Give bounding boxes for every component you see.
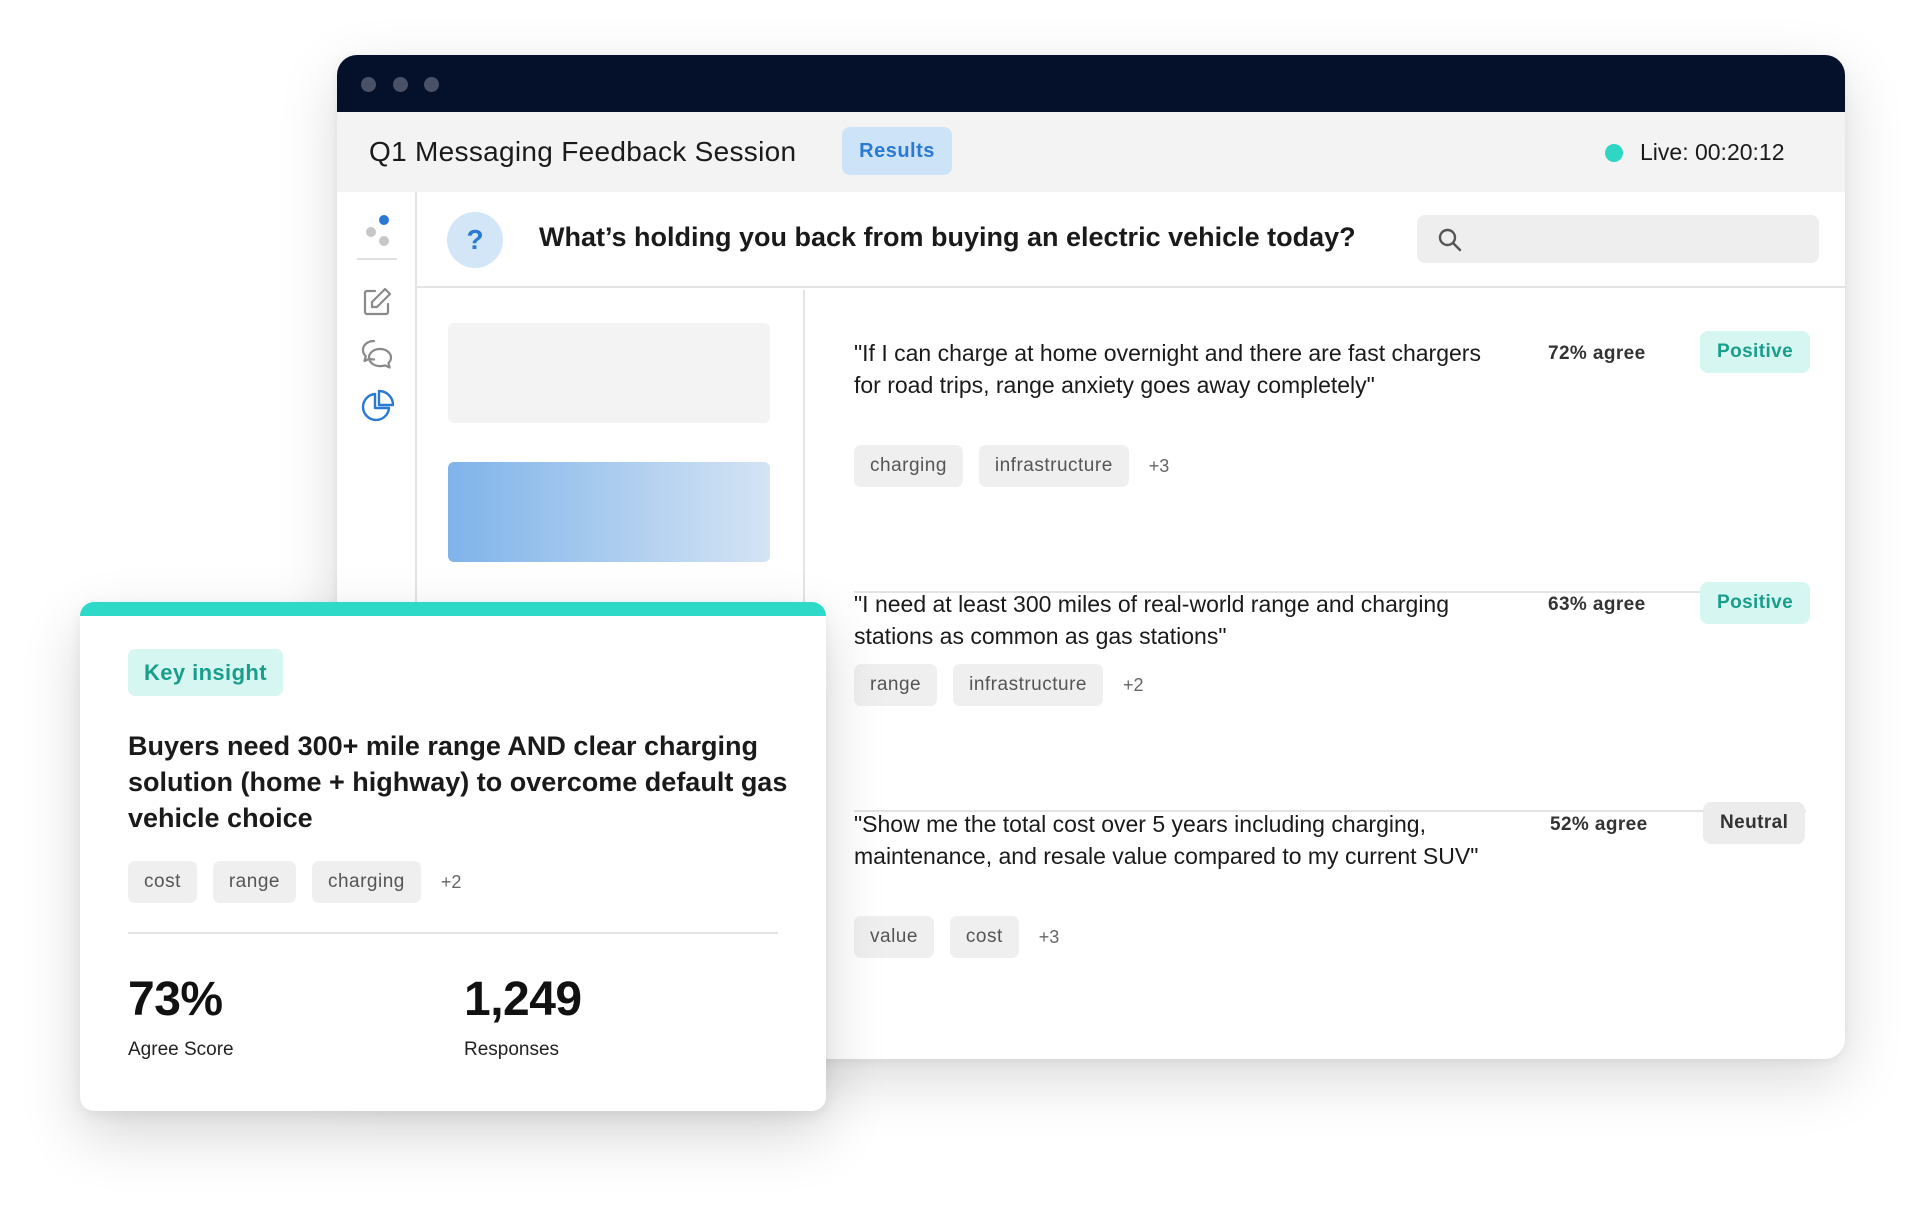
logo-icon[interactable] [363,212,393,248]
agree-score-label: Agree Score [128,1039,234,1060]
sidebar-separator [357,258,397,260]
search-input[interactable] [1473,215,1813,263]
responses-count-value: 1,249 [464,973,582,1026]
placeholder-card[interactable] [448,323,770,423]
response-quote: "Show me the total cost over 5 years inc… [854,811,1479,869]
pie-chart-icon[interactable] [359,388,395,424]
tag[interactable]: range [854,664,938,706]
tag-list: charging infrastructure +3 [854,445,1169,487]
tag-list: range infrastructure +2 [854,664,1144,706]
tag[interactable]: range [212,861,296,903]
results-button[interactable]: Results [842,127,952,175]
window-maximize-dot[interactable] [424,77,439,92]
chat-bubbles-icon[interactable] [359,336,395,372]
live-indicator-dot [1605,144,1623,162]
sentiment-badge: Positive [1700,582,1811,624]
insight-divider [128,932,778,934]
key-insight-card: Key insight Buyers need 300+ mile range … [80,602,826,1111]
live-timer: Live: 00:20:12 [1640,139,1785,165]
tag[interactable]: infrastructure [978,445,1129,487]
agree-percentage: 63% agree [1548,594,1646,615]
window-titlebar [337,55,1845,112]
search-box[interactable] [1417,215,1819,263]
insight-title: Buyers need 300+ mile range AND clear ch… [128,731,788,833]
responses-count-label: Responses [464,1039,560,1060]
more-tags[interactable]: +3 [1039,927,1060,948]
tag[interactable]: cost [128,861,197,903]
tag[interactable]: cost [949,916,1019,958]
session-title: Q1 Messaging Feedback Session [369,136,797,167]
question-bar: ? What’s holding you back from buying an… [417,192,1845,288]
response-quote: "If I can charge at home overnight and t… [854,340,1481,398]
highlighted-card[interactable] [448,462,770,562]
window-minimize-dot[interactable] [393,77,408,92]
insight-tag-list: cost range charging +2 [128,861,461,903]
agree-percentage: 72% agree [1548,343,1646,364]
more-tags[interactable]: +3 [1149,456,1170,477]
window-close-dot[interactable] [361,77,376,92]
question-text: What’s holding you back from buying an e… [539,222,1356,252]
agree-percentage: 52% agree [1550,814,1648,835]
edit-icon[interactable] [359,284,395,320]
tag[interactable]: value [854,916,934,958]
key-insight-badge: Key insight [128,649,283,696]
sentiment-badge: Positive [1700,331,1811,373]
tag[interactable]: charging [854,445,963,487]
tag[interactable]: charging [311,861,421,903]
question-icon: ? [447,212,503,268]
insight-accent-bar [80,602,826,616]
tag-list: value cost +3 [854,916,1059,958]
agree-score-value: 73% [128,973,223,1026]
more-tags[interactable]: +2 [1123,675,1144,696]
response-quote: "I need at least 300 miles of real-world… [854,591,1450,649]
search-icon [1438,228,1462,252]
tag[interactable]: infrastructure [953,664,1103,706]
sentiment-badge: Neutral [1703,802,1806,844]
more-tags[interactable]: +2 [441,872,462,893]
